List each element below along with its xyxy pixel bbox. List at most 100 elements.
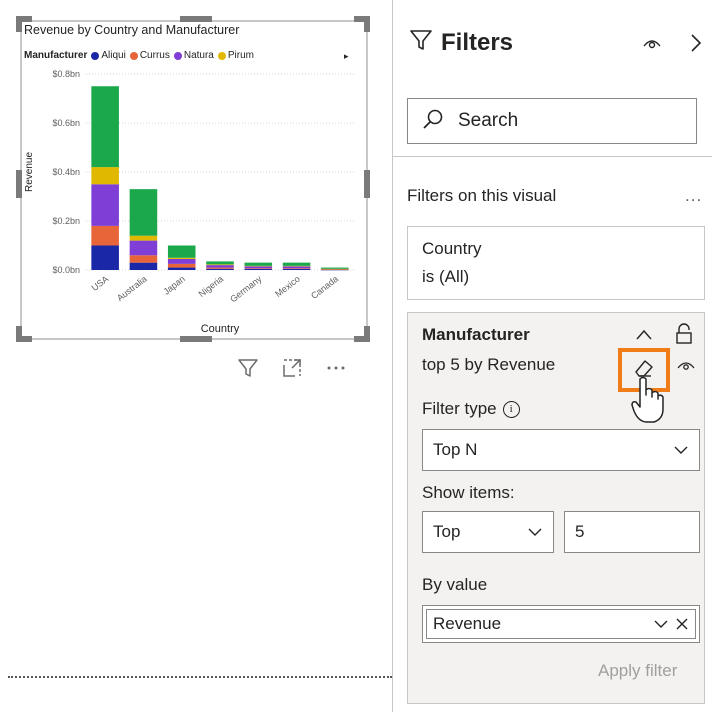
bar-segment[interactable] <box>129 235 158 241</box>
y-tick-label: $0.8bn <box>52 69 80 79</box>
bar-segment[interactable] <box>206 267 234 269</box>
filters-search-box[interactable] <box>407 98 697 144</box>
bar-segment[interactable] <box>129 255 158 263</box>
bar-segment[interactable] <box>206 264 234 266</box>
by-value-field-pill[interactable]: Revenue <box>426 609 696 639</box>
x-tick-label: Germany <box>228 273 264 304</box>
filter-card-country[interactable]: Country is (All) <box>407 226 705 300</box>
filter-card-summary: top 5 by Revenue <box>422 355 556 374</box>
bar-segment[interactable] <box>129 262 158 270</box>
filter-type-value: Top N <box>433 440 478 459</box>
section-more-options[interactable]: ... <box>685 186 702 206</box>
search-input[interactable] <box>458 110 678 132</box>
filter-card-title: Manufacturer <box>422 325 530 344</box>
bar-segment[interactable] <box>321 269 349 271</box>
legend-dot <box>217 51 226 60</box>
hand-pointer-cursor-icon <box>630 375 666 430</box>
x-tick-label: Nigeria <box>197 274 226 299</box>
bar-segment[interactable] <box>244 269 273 270</box>
filter-card-summary: is (All) <box>422 267 470 286</box>
resize-handle-top[interactable] <box>180 16 212 22</box>
remove-field-x-icon[interactable] <box>675 617 689 631</box>
filter-icon[interactable] <box>236 356 260 380</box>
report-canvas: Revenue by Country and Manufacturer Manu… <box>0 0 392 712</box>
bar-segment[interactable] <box>282 269 311 270</box>
y-tick-label: $0.2bn <box>52 216 80 226</box>
show-items-direction-value: Top <box>433 522 461 541</box>
bar-segment[interactable] <box>91 86 119 168</box>
lock-icon[interactable] <box>674 323 694 350</box>
bar-segment[interactable] <box>91 225 119 246</box>
y-tick-label: $0.6bn <box>52 118 80 128</box>
apply-filter-button[interactable]: Apply filter <box>598 661 677 681</box>
bar-segment[interactable] <box>167 263 196 268</box>
bar-segment[interactable] <box>244 265 273 267</box>
resize-handle-top-right-vertical[interactable] <box>364 16 370 32</box>
filters-on-visual-heading: Filters on this visual <box>407 186 557 205</box>
bar-segment[interactable] <box>91 245 119 271</box>
bar-segment[interactable] <box>244 268 273 270</box>
filters-pane-title: Filters <box>441 28 514 56</box>
resize-handle-top-left-vertical[interactable] <box>16 16 22 32</box>
bar-segment[interactable] <box>91 184 119 226</box>
bar-segment[interactable] <box>282 262 311 266</box>
collapse-pane-chevron-icon[interactable] <box>689 32 703 60</box>
bar-segment[interactable] <box>129 189 158 236</box>
eye-icon[interactable] <box>641 34 663 57</box>
bar-segment[interactable] <box>206 268 234 270</box>
by-value-field-name: Revenue <box>433 614 502 633</box>
x-tick-label: Australia <box>115 274 149 303</box>
legend-dot <box>173 51 182 60</box>
chart-title: Revenue by Country and Manufacturer <box>24 23 240 37</box>
bar-segment[interactable] <box>167 245 196 258</box>
filter-type-label: Filter type i <box>422 399 520 419</box>
bar-segment[interactable] <box>167 258 196 264</box>
bar-segment[interactable] <box>282 266 311 269</box>
focus-mode-icon[interactable] <box>280 356 304 380</box>
bar-segment[interactable] <box>167 257 196 259</box>
filters-pane: Filters Filters on this visual ... Count… <box>392 0 712 712</box>
legend-dot <box>129 51 138 60</box>
bar-segment[interactable] <box>206 265 234 268</box>
chevron-down-icon <box>527 522 553 542</box>
pane-divider <box>393 156 712 157</box>
page-boundary-line <box>8 676 392 678</box>
info-icon[interactable]: i <box>502 400 520 418</box>
eye-icon[interactable] <box>676 357 696 378</box>
bar-segment[interactable] <box>321 267 349 269</box>
bar-segment[interactable] <box>206 261 234 265</box>
bar-segment[interactable] <box>91 167 119 185</box>
visual-header-icons <box>236 356 348 380</box>
bar-segment[interactable] <box>282 268 311 270</box>
bar-segment[interactable] <box>244 266 273 269</box>
bar-segment[interactable] <box>282 265 311 267</box>
bar-segment[interactable] <box>129 240 158 256</box>
filter-type-label-text: Filter type <box>422 399 497 418</box>
show-items-label: Show items: <box>422 483 515 502</box>
bar-segment[interactable] <box>321 268 349 270</box>
x-tick-label: USA <box>90 274 111 293</box>
funnel-icon <box>409 28 433 57</box>
filters-pane-header: Filters <box>409 28 513 57</box>
chart-plot-area: $0.0bn $0.2bn $0.4bn $0.6bn $0.8bn Revenue USA… <box>24 69 354 335</box>
filter-card-manufacturer: Manufacturer top 5 by Revenue Filter typ… <box>407 312 705 704</box>
x-tick-label: Mexico <box>273 274 302 299</box>
bar-segment[interactable] <box>244 262 273 266</box>
legend-dot <box>91 51 100 60</box>
bar-segment[interactable] <box>167 267 196 270</box>
x-axis-title: Country <box>201 323 240 335</box>
show-items-count-box[interactable] <box>564 511 700 553</box>
show-items-count-input[interactable] <box>565 522 685 542</box>
y-axis-title: Revenue <box>24 152 35 192</box>
y-tick-label: $0.0bn <box>52 265 80 275</box>
x-tick-label: Japan <box>161 274 186 297</box>
by-value-label: By value <box>422 575 488 594</box>
chevron-down-icon[interactable] <box>653 619 669 629</box>
more-options-icon[interactable] <box>324 356 348 380</box>
search-icon <box>422 108 444 135</box>
collapse-card-caret-icon[interactable] <box>634 325 654 350</box>
show-items-direction-dropdown[interactable]: Top <box>422 511 554 553</box>
filter-type-dropdown[interactable]: Top N <box>422 429 700 471</box>
chevron-down-icon <box>673 440 699 460</box>
by-value-field-well[interactable]: Revenue <box>422 605 700 643</box>
